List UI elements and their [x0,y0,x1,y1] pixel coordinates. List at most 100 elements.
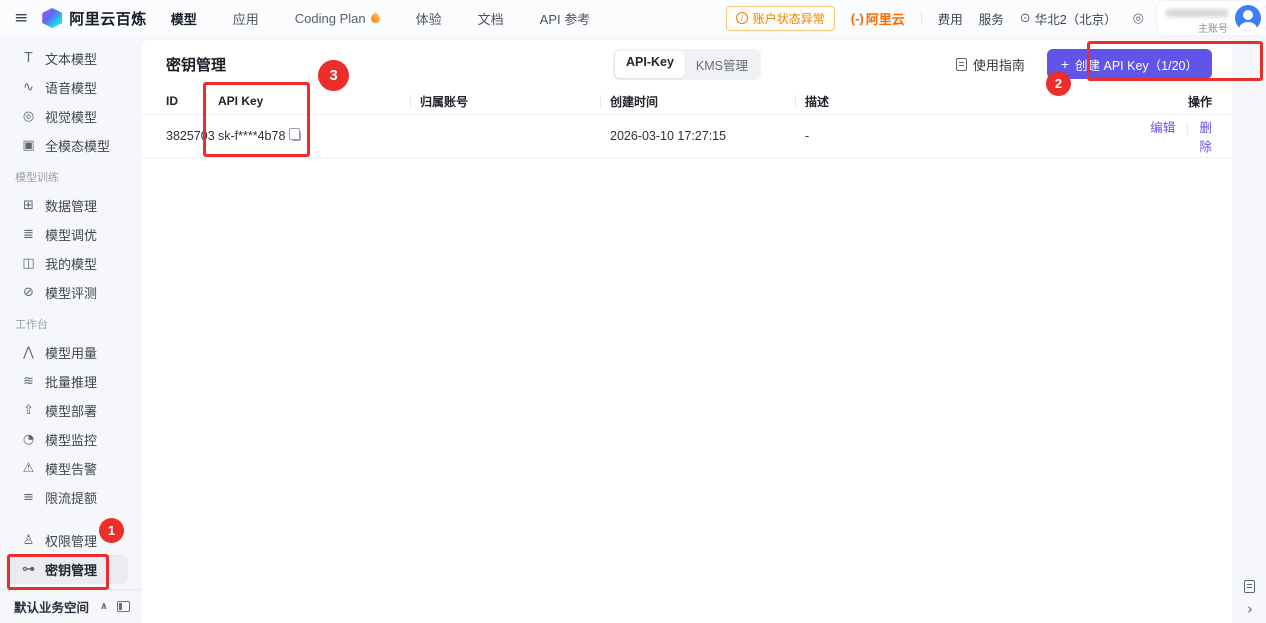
top-right-cluster: i 账户状态异常 (-) 阿里云 费用 服务 ⊙ 华北2（北京） ◎ [726,6,1144,31]
usage-guide-label: 使用指南 [973,55,1025,74]
sidebar-item-model-deployment[interactable]: ⇧ 模型部署 [6,396,128,425]
sidebar-gap [0,512,142,526]
sidebar-item-label: 批量推理 [45,372,97,391]
sidebar-item-rate-limit[interactable]: ≡ 限流提额 [6,483,128,512]
text-model-icon: T [21,51,36,66]
delete-link[interactable]: 删除 [1199,121,1212,154]
right-rail: › [1232,0,1266,623]
avatar[interactable] [1235,5,1261,31]
workspace-label: 默认业务空间 [14,597,89,616]
page-title: 密钥管理 [166,54,226,75]
nav-item-docs[interactable]: 文档 [478,9,504,28]
region-selector[interactable]: ⊙ 华北2（北京） [1020,9,1117,28]
omni-model-icon: ▣ [21,138,36,153]
cell-id: 3825703 [142,129,218,143]
sidebar-item-model-alerts[interactable]: ⚠ 模型告警 [6,454,128,483]
column-header-owner: 归属账号 [420,93,610,110]
usage-guide-link[interactable]: 使用指南 [956,55,1025,74]
nav-item-coding-plan[interactable]: Coding Plan [295,11,380,26]
aliyun-logo[interactable]: (-) 阿里云 [851,9,905,28]
cell-description: - [805,129,1150,143]
sidebar-item-key-management[interactable]: ⊶ 密钥管理 [6,555,128,584]
coding-plan-label: Coding Plan [295,11,366,26]
sidebar-item-label: 全模态模型 [45,136,110,155]
sidebar-item-label: 密钥管理 [45,560,97,579]
model-deployment-icon: ⇧ [21,403,36,418]
docs-float-icon[interactable] [1244,580,1255,593]
sidebar-item-label: 模型调优 [45,225,97,244]
create-api-key-label: 创建 API Key（1/20） [1075,55,1198,74]
sidebar-item-my-models[interactable]: ◫ 我的模型 [6,249,128,278]
sidebar-item-model-tuning[interactable]: ≣ 模型调优 [6,220,128,249]
copy-icon[interactable] [292,131,301,141]
sidebar-item-model-monitoring[interactable]: ◔ 模型监控 [6,425,128,454]
workspace-switcher[interactable]: 默认业务空间 ∧ [0,589,142,623]
top-link-services[interactable]: 服务 [979,9,1004,28]
my-models-icon: ◫ [21,256,36,271]
aliyun-mark-icon: (-) [851,11,864,26]
tab-api-key[interactable]: API-Key [615,51,685,78]
main-content-card: 密钥管理 API-Key KMS管理 使用指南 + 创建 API Key（1/2… [142,40,1232,623]
model-monitoring-icon: ◔ [21,432,36,447]
sidebar-item-label: 模型告警 [45,459,97,478]
account-status-badge[interactable]: i 账户状态异常 [726,6,835,31]
region-pin-icon: ⊙ [1020,11,1031,26]
table-row: 3825703 sk-f****4b78 2026-03-10 17:27:15… [142,115,1232,158]
batch-inference-icon: ≋ [21,374,36,389]
model-tuning-icon: ≣ [21,227,36,242]
table-header: ID API Key 归属账号 创建时间 描述 操作 [142,88,1232,115]
sidebar-item-model-usage[interactable]: ⋀ 模型用量 [6,338,128,367]
top-bar: ≡ 阿里云百炼 模型 应用 Coding Plan 体验 文档 API 参考 i… [0,0,1266,36]
sidebar-item-permission-management[interactable]: ♙ 权限管理 [6,526,128,555]
brand-logo[interactable]: 阿里云百炼 [42,8,147,29]
bailian-logo-icon [42,8,62,28]
nav-item-playground[interactable]: 体验 [416,9,442,28]
collapse-sidebar-icon[interactable] [117,601,130,612]
tab-kms[interactable]: KMS管理 [685,51,759,78]
chevron-up-icon[interactable]: ∧ [100,601,108,612]
sidebar-item-label: 模型监控 [45,430,97,449]
column-header-api-key: API Key [218,94,420,108]
edit-link[interactable]: 编辑 [1150,121,1175,135]
account-status-text: 账户状态异常 [753,10,825,27]
sidebar-item-voice-model[interactable]: ∿ 语音模型 [6,73,128,102]
sidebar-item-vision-model[interactable]: ◎ 视觉模型 [6,102,128,131]
sidebar-item-label: 模型评测 [45,283,97,302]
help-icon[interactable]: ◎ [1133,11,1144,26]
action-divider: | [1186,121,1189,135]
info-icon: i [736,12,748,24]
sidebar-item-label: 权限管理 [45,531,97,550]
top-link-billing[interactable]: 费用 [938,9,963,28]
sidebar-item-label: 语音模型 [45,78,97,97]
aliyun-logo-text: 阿里云 [866,9,905,28]
brand-name: 阿里云百炼 [69,8,147,29]
nav-item-models[interactable]: 模型 [171,9,197,28]
account-name-redacted [1166,9,1228,17]
flame-icon [369,12,382,25]
column-header-actions: 操作 [1150,93,1232,110]
create-api-key-button[interactable]: + 创建 API Key（1/20） [1047,49,1212,79]
column-header-created: 创建时间 [610,93,805,110]
account-menu[interactable]: 主账号 [1156,0,1266,36]
model-evaluation-icon: ⊘ [21,285,36,300]
cell-api-key: sk-f****4b78 [218,129,420,143]
vision-model-icon: ◎ [21,109,36,124]
account-role-label: 主账号 [1198,20,1228,35]
hamburger-menu-icon[interactable]: ≡ [14,10,28,27]
sidebar-item-data-management[interactable]: ⊞ 数据管理 [6,191,128,220]
sidebar-item-label: 文本模型 [45,49,97,68]
sidebar-item-text-model[interactable]: T 文本模型 [6,44,128,73]
column-header-description: 描述 [805,93,1150,110]
nav-item-apps[interactable]: 应用 [233,9,259,28]
api-key-masked-value: sk-f****4b78 [218,129,285,143]
sidebar-item-label: 模型部署 [45,401,97,420]
sidebar-item-label: 模型用量 [45,343,97,362]
sidebar-item-label: 限流提额 [45,488,97,507]
sidebar-section-model-training: 模型训练 [0,163,142,191]
sidebar-item-model-evaluation[interactable]: ⊘ 模型评测 [6,278,128,307]
chevron-right-icon[interactable]: › [1247,600,1253,618]
sidebar-item-omni-model[interactable]: ▣ 全模态模型 [6,131,128,160]
tab-group: API-Key KMS管理 [613,49,761,80]
nav-item-api-reference[interactable]: API 参考 [540,9,591,28]
sidebar-item-batch-inference[interactable]: ≋ 批量推理 [6,367,128,396]
